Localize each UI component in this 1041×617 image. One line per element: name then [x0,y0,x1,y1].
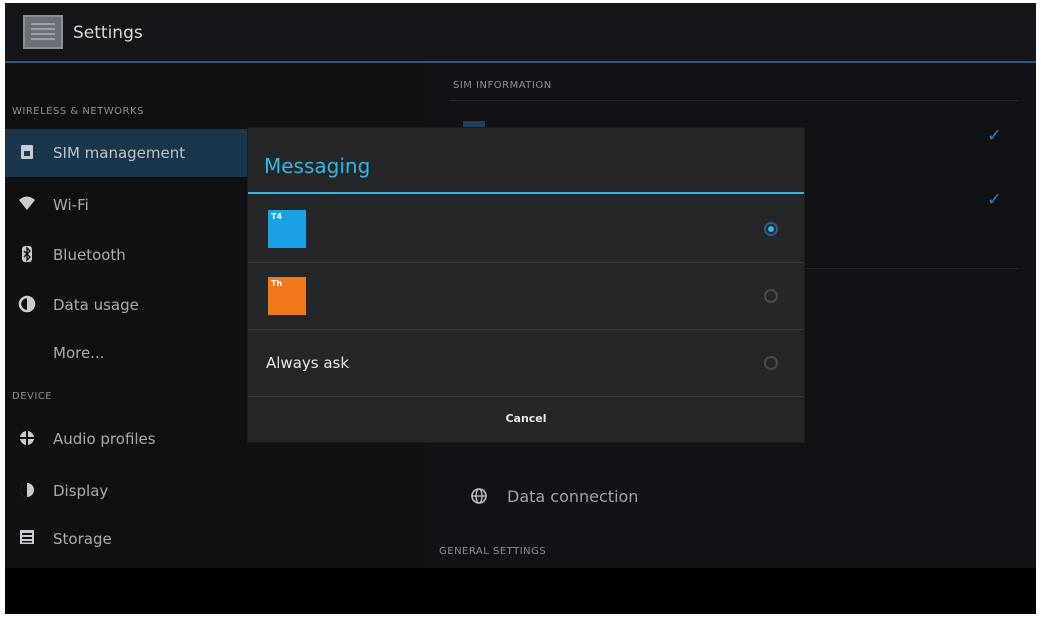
sim-2-badge: Th [268,277,306,315]
sidebar-item-label: Data usage [53,296,139,314]
dialog-title: Messaging [264,154,371,178]
option-always-ask[interactable]: Always ask [248,330,804,396]
divider [449,100,1019,101]
sidebar-item-storage[interactable]: Storage [5,515,425,563]
sidebar-item-label: Wi-Fi [53,196,89,214]
option-sim-1[interactable]: T4 [248,196,804,262]
sim-1-badge: T4 [268,210,306,248]
sim-icon [17,143,37,163]
data-usage-icon [17,295,37,315]
radio-button-checked[interactable] [764,222,778,236]
section-header-wireless: WIRELESS & NETWORKS [12,106,144,117]
sidebar-item-label: Storage [53,530,112,548]
display-icon [17,481,37,501]
action-bar: Settings [5,3,1036,63]
radio-button[interactable] [764,356,778,370]
option-sim-2[interactable]: Th [248,263,804,329]
sidebar-item-label: Bluetooth [53,246,126,264]
dialog-title-divider [248,192,804,194]
system-navigation-bar [5,568,1036,614]
settings-app-icon[interactable] [23,15,63,49]
sidebar-item-label: Audio profiles [53,430,156,448]
always-ask-label: Always ask [266,354,350,372]
section-header-general-settings: GENERAL SETTINGS [439,546,547,557]
sidebar-item-label: Display [53,482,109,500]
messaging-dialog: Messaging T4 Th Always ask Cancel [248,128,804,442]
wifi-icon [17,195,37,215]
sidebar-item-display[interactable]: Display [5,467,425,515]
sidebar-item-label: SIM management [53,144,186,162]
sim-1-tag: T4 [271,212,283,221]
sim-2-tag: Th [271,279,283,288]
sidebar-item-label: More... [53,344,105,362]
tablet-screen: Settings WIRELESS & NETWORKS SIM managem… [5,3,1036,614]
checkmark-icon[interactable]: ✓ [987,125,1002,146]
storage-icon [17,529,37,549]
app-title: Settings [73,23,143,43]
bluetooth-icon [17,245,37,265]
checkmark-icon[interactable]: ✓ [987,189,1002,210]
section-header-sim-information: SIM INFORMATION [453,80,552,91]
data-connection-label[interactable]: Data connection [507,487,638,506]
radio-button[interactable] [764,289,778,303]
section-header-device: DEVICE [12,391,53,402]
audio-profiles-icon [17,429,37,449]
cancel-button[interactable]: Cancel [248,396,804,442]
globe-icon [469,487,489,507]
